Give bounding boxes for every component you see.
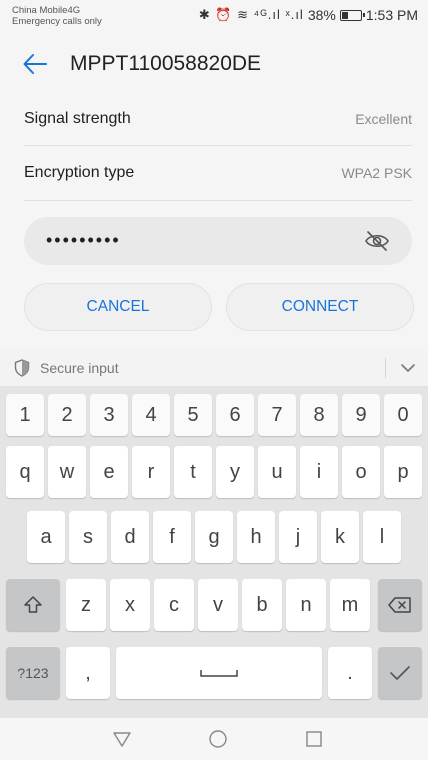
letter-key-g[interactable]: g bbox=[195, 511, 233, 563]
battery-percent: 38% bbox=[307, 7, 336, 23]
signal-strength-value: Excellent bbox=[355, 111, 412, 127]
number-key-8[interactable]: 8 bbox=[300, 394, 338, 436]
letter-key-u[interactable]: u bbox=[258, 446, 296, 498]
clock: 1:53 PM bbox=[365, 7, 418, 23]
number-key-4[interactable]: 4 bbox=[132, 394, 170, 436]
letter-key-q[interactable]: q bbox=[6, 446, 44, 498]
number-key-9[interactable]: 9 bbox=[342, 394, 380, 436]
letter-key-s[interactable]: s bbox=[69, 511, 107, 563]
letter-key-a[interactable]: a bbox=[27, 511, 65, 563]
number-key-0[interactable]: 0 bbox=[384, 394, 422, 436]
letter-key-v[interactable]: v bbox=[198, 579, 238, 631]
letter-key-i[interactable]: i bbox=[300, 446, 338, 498]
letter-key-e[interactable]: e bbox=[90, 446, 128, 498]
secure-input-bar: Secure input bbox=[0, 350, 428, 386]
number-key-5[interactable]: 5 bbox=[174, 394, 212, 436]
square-recents-icon[interactable] bbox=[304, 729, 324, 749]
letter-key-y[interactable]: y bbox=[216, 446, 254, 498]
letter-key-w[interactable]: w bbox=[48, 446, 86, 498]
triangle-back-icon[interactable] bbox=[112, 729, 132, 749]
battery-fill bbox=[341, 11, 348, 19]
backspace-key[interactable] bbox=[378, 579, 422, 631]
battery-icon bbox=[339, 9, 365, 21]
backspace-icon bbox=[388, 597, 411, 613]
cancel-button[interactable]: CANCEL bbox=[24, 283, 212, 331]
enter-key[interactable] bbox=[378, 647, 422, 699]
signal-strength-row: Signal strength Excellent bbox=[24, 92, 412, 146]
divider bbox=[24, 200, 412, 201]
carrier-status: Emergency calls only bbox=[12, 16, 102, 27]
number-key-3[interactable]: 3 bbox=[90, 394, 128, 436]
comma-key[interactable]: , bbox=[66, 647, 110, 699]
space-key[interactable] bbox=[116, 647, 322, 699]
letter-key-t[interactable]: t bbox=[174, 446, 212, 498]
encryption-type-value: WPA2 PSK bbox=[341, 165, 412, 181]
letter-key-m[interactable]: m bbox=[330, 579, 370, 631]
symbols-key[interactable]: ?123 bbox=[6, 647, 60, 699]
shield-icon bbox=[14, 359, 30, 377]
chevron-down-icon[interactable] bbox=[400, 362, 416, 374]
letter-key-r[interactable]: r bbox=[132, 446, 170, 498]
letter-key-b[interactable]: b bbox=[242, 579, 282, 631]
number-key-7[interactable]: 7 bbox=[258, 394, 296, 436]
divider bbox=[385, 358, 386, 378]
period-key[interactable]: . bbox=[328, 647, 372, 699]
status-bar: China Mobile4G Emergency calls only ✱ ⏰ … bbox=[0, 0, 428, 38]
letter-key-f[interactable]: f bbox=[153, 511, 191, 563]
status-right: ✱ ⏰ ≋ ⁴ᴳ.ıl ˣ.ıl 38% 1:53 PM bbox=[199, 7, 418, 23]
letter-key-c[interactable]: c bbox=[154, 579, 194, 631]
shift-key[interactable] bbox=[6, 579, 60, 631]
letter-key-j[interactable]: j bbox=[279, 511, 317, 563]
password-input[interactable]: ••••••••• bbox=[24, 217, 412, 265]
letter-key-x[interactable]: x bbox=[110, 579, 150, 631]
back-arrow-icon[interactable] bbox=[22, 51, 48, 77]
carrier-name: China Mobile4G bbox=[12, 5, 81, 16]
navigation-bar bbox=[0, 718, 428, 760]
letter-key-h[interactable]: h bbox=[237, 511, 275, 563]
space-bar-icon bbox=[200, 670, 238, 677]
status-icons: ✱ ⏰ ≋ ⁴ᴳ.ıl ˣ.ıl bbox=[198, 7, 304, 22]
number-key-1[interactable]: 1 bbox=[6, 394, 44, 436]
checkmark-icon bbox=[390, 666, 410, 680]
letter-key-z[interactable]: z bbox=[66, 579, 106, 631]
encryption-type-label: Encryption type bbox=[24, 164, 135, 181]
keyboard: Secure input ?123 , . 1234567890 qwertyui… bbox=[0, 350, 428, 718]
letter-key-d[interactable]: d bbox=[111, 511, 149, 563]
letter-key-n[interactable]: n bbox=[286, 579, 326, 631]
eye-off-icon[interactable] bbox=[364, 229, 390, 253]
carrier-info: China Mobile4G Emergency calls only bbox=[12, 5, 102, 27]
encryption-type-row: Encryption type WPA2 PSK bbox=[24, 146, 412, 200]
shift-icon bbox=[24, 596, 42, 613]
connect-button[interactable]: CONNECT bbox=[226, 283, 414, 331]
password-masked-value: ••••••••• bbox=[46, 230, 121, 250]
page-title: MPPT110058820DE bbox=[70, 52, 262, 75]
secure-input-label: Secure input bbox=[40, 360, 119, 376]
letter-key-l[interactable]: l bbox=[363, 511, 401, 563]
letter-key-p[interactable]: p bbox=[384, 446, 422, 498]
number-key-2[interactable]: 2 bbox=[48, 394, 86, 436]
letter-key-k[interactable]: k bbox=[321, 511, 359, 563]
app-header: MPPT110058820DE bbox=[0, 38, 428, 90]
letter-key-o[interactable]: o bbox=[342, 446, 380, 498]
circle-home-icon[interactable] bbox=[208, 729, 228, 749]
number-key-6[interactable]: 6 bbox=[216, 394, 254, 436]
signal-strength-label: Signal strength bbox=[24, 110, 131, 127]
